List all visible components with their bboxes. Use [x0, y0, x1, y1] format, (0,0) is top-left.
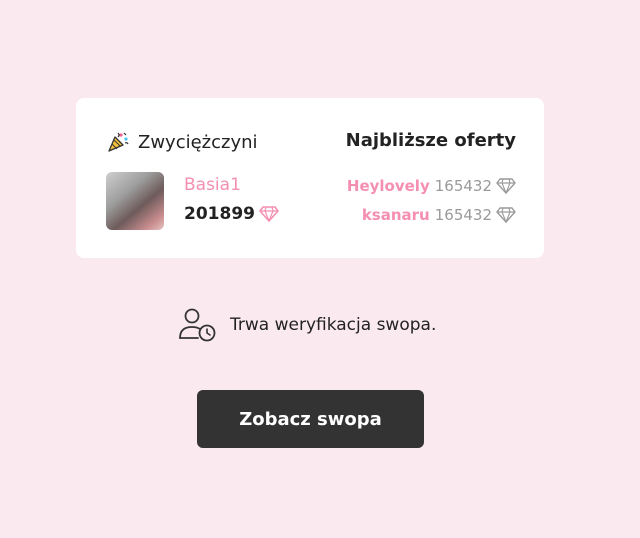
offer-amount: 165432	[434, 177, 492, 195]
user-clock-icon	[178, 307, 218, 343]
offers-title: Najbliższe oferty	[345, 130, 516, 151]
party-popper-icon	[106, 130, 130, 154]
diamond-icon	[496, 177, 516, 195]
diamond-icon	[496, 206, 516, 224]
winner-score: 201899	[184, 204, 279, 224]
verification-status: Trwa weryfikacja swopa.	[178, 307, 436, 343]
winner-score-value: 201899	[184, 204, 255, 224]
diamond-icon	[259, 205, 279, 223]
avatar[interactable]	[106, 172, 164, 230]
offer-row: Heylovely 165432	[347, 177, 516, 195]
winner-title: Zwyciężczyni	[138, 131, 258, 153]
view-swop-button[interactable]: Zobacz swopa	[197, 390, 424, 448]
offer-user-link[interactable]: ksanaru	[362, 206, 430, 224]
offer-row: ksanaru 165432	[362, 206, 516, 224]
winner-heading: Zwyciężczyni	[106, 130, 258, 154]
offer-amount: 165432	[434, 206, 492, 224]
status-text: Trwa weryfikacja swopa.	[230, 315, 437, 335]
winner-name-link[interactable]: Basia1	[184, 175, 241, 195]
offer-user-link[interactable]: Heylovely	[347, 177, 430, 195]
winner-card: Zwyciężczyni Najbliższe oferty Basia1 20…	[76, 98, 544, 258]
